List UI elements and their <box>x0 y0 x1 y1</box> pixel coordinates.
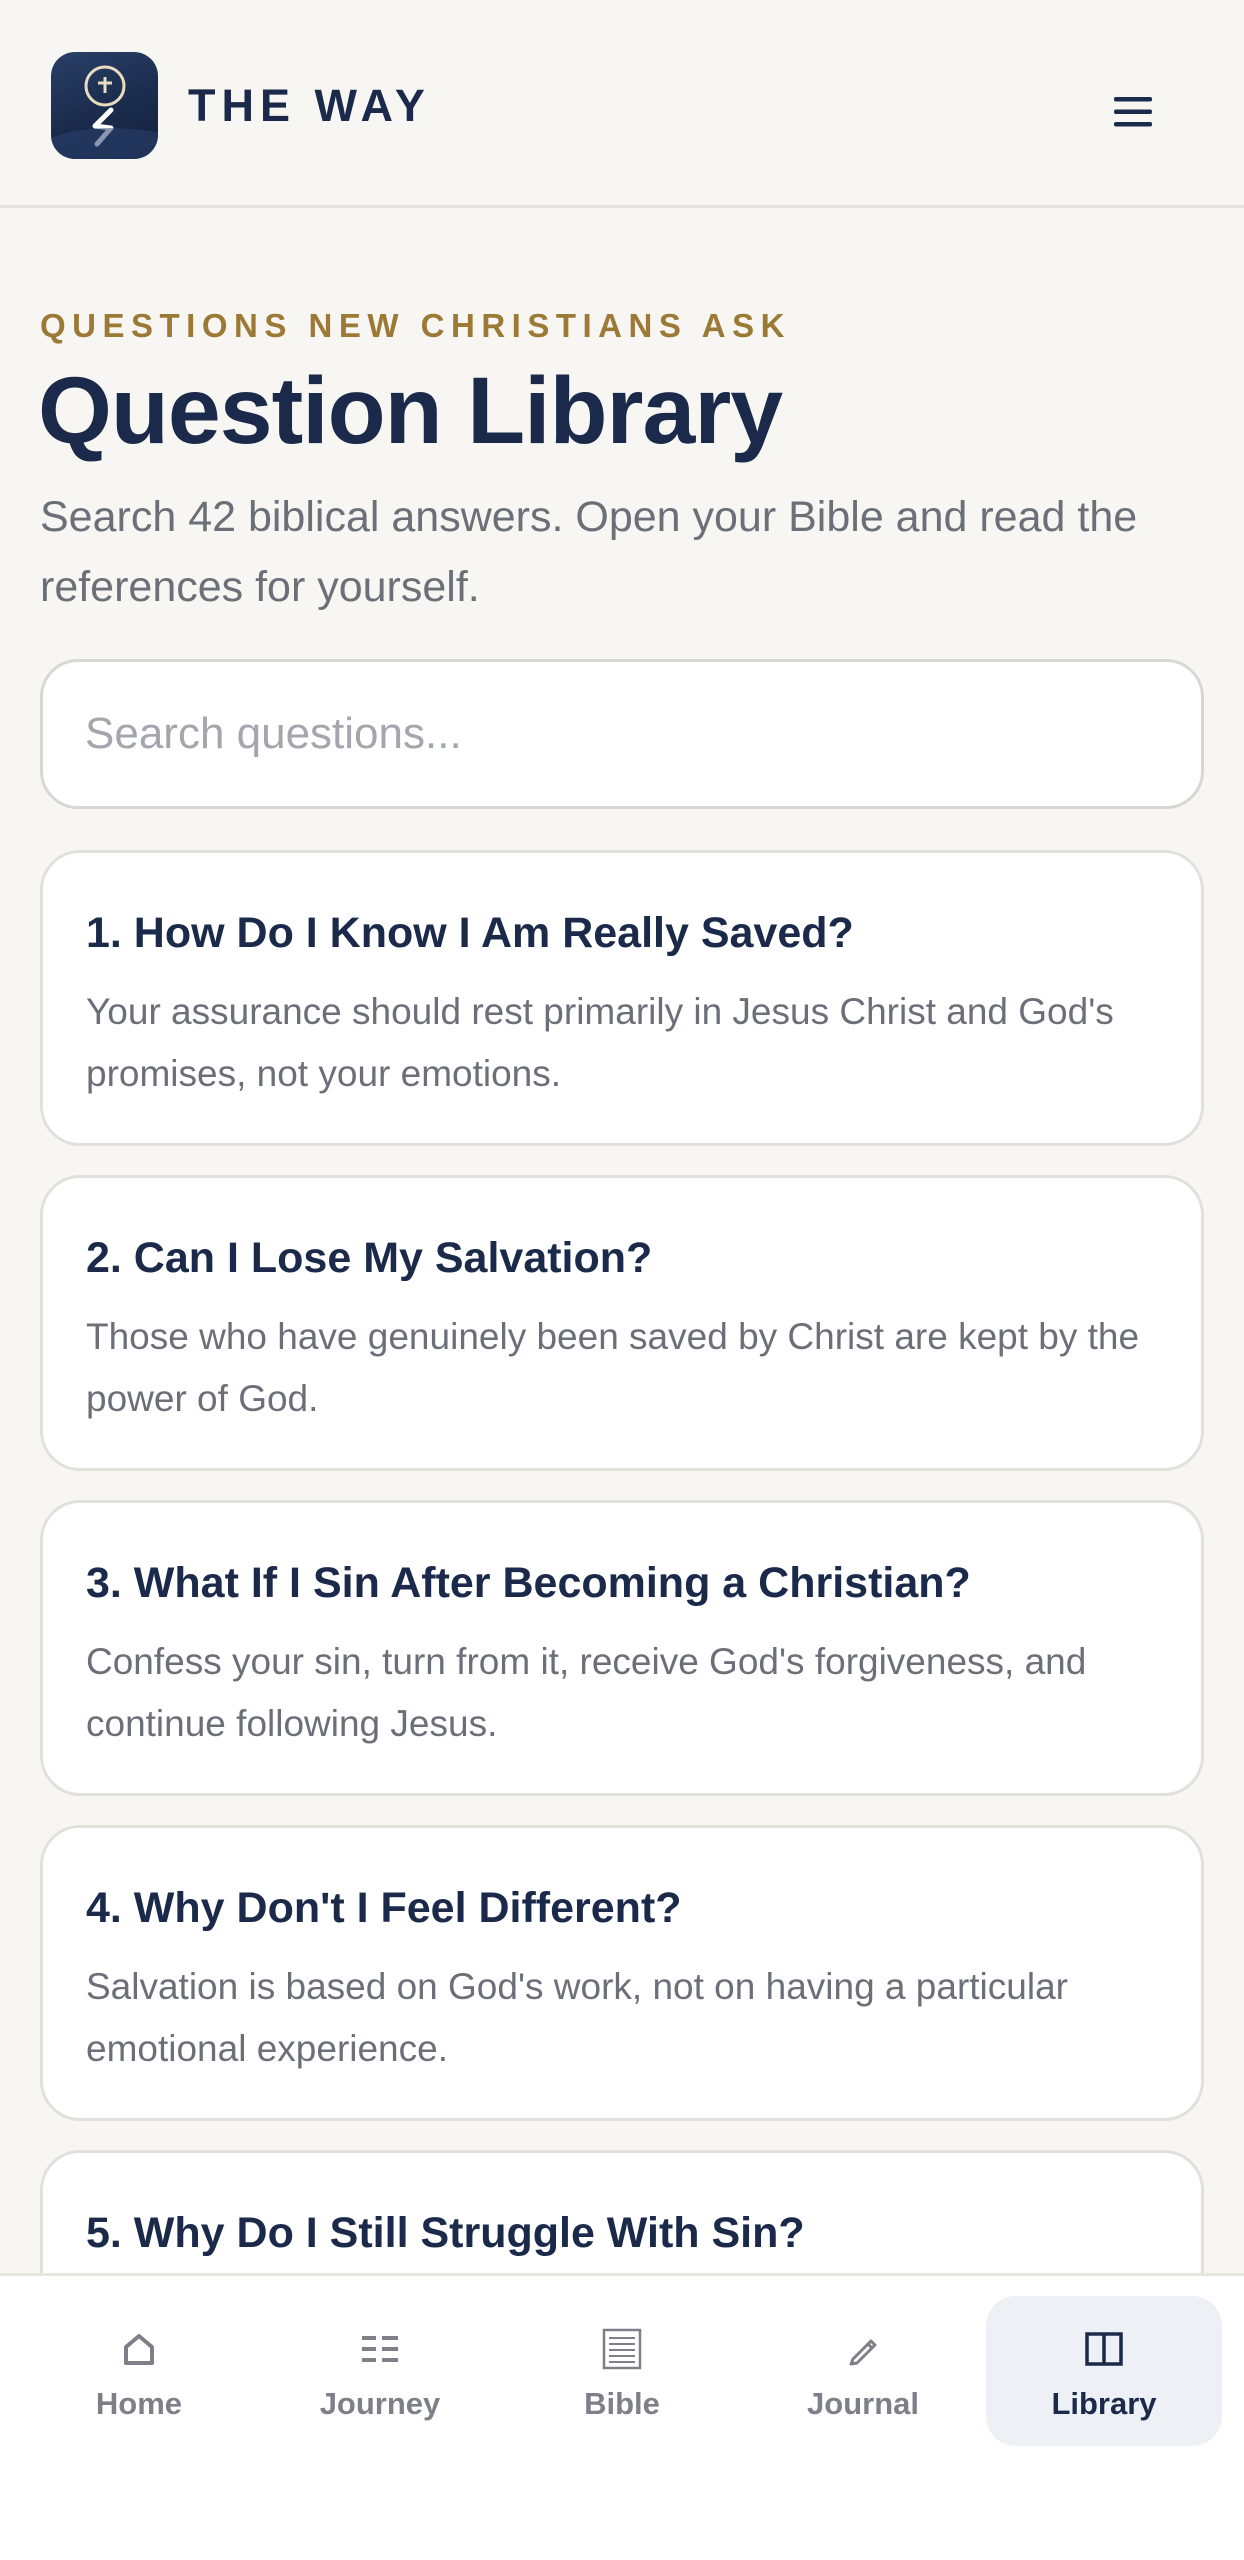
page-title: Question Library <box>38 358 783 464</box>
bottom-nav: Home Journey Bible Journal Library <box>0 2273 1244 2560</box>
page-subtitle: Search 42 biblical answers. Open your Bi… <box>40 493 1138 611</box>
question-summary: Your assurance should rest primarily in … <box>86 991 1114 1094</box>
menu-button[interactable] <box>1100 82 1166 142</box>
question-summary: Confess your sin, turn from it, receive … <box>86 1641 1087 1744</box>
search-box[interactable] <box>40 659 1204 809</box>
pencil-icon <box>745 2324 981 2374</box>
question-card[interactable]: 1. How Do I Know I Am Really Saved? Your… <box>40 850 1204 1146</box>
nav-item-journal[interactable]: Journal <box>745 2296 981 2446</box>
search-input[interactable] <box>85 662 1145 806</box>
question-summary: Salvation is based on God's work, not on… <box>86 1966 1068 2069</box>
nav-label: Home <box>95 2386 183 2421</box>
question-card[interactable]: 3. What If I Sin After Becoming a Christ… <box>40 1500 1204 1796</box>
brand-name[interactable]: THE WAY <box>188 78 431 134</box>
library-book-icon <box>986 2324 1222 2374</box>
journey-list-icon <box>262 2324 498 2374</box>
question-card[interactable]: 4. Why Don't I Feel Different? Salvation… <box>40 1825 1204 2121</box>
app-logo-icon[interactable] <box>51 52 158 159</box>
question-card[interactable]: 2. Can I Lose My Salvation? Those who ha… <box>40 1175 1204 1471</box>
nav-label: Journal <box>807 2386 919 2421</box>
nav-label: Library <box>1051 2386 1157 2421</box>
app-header: THE WAY <box>0 0 1244 208</box>
nav-item-journey[interactable]: Journey <box>262 2296 498 2446</box>
question-title: 2. Can I Lose My Salvation? <box>86 1234 653 1282</box>
hamburger-menu-icon <box>1114 97 1152 127</box>
home-icon <box>21 2324 257 2374</box>
question-title: 3. What If I Sin After Becoming a Christ… <box>86 1559 971 1607</box>
question-summary: Those who have genuinely been saved by C… <box>86 1316 1140 1419</box>
question-title: 4. Why Don't I Feel Different? <box>86 1884 682 1932</box>
section-eyebrow: QUESTIONS NEW CHRISTIANS ASK <box>40 307 791 344</box>
question-title: 5. Why Do I Still Struggle With Sin? <box>86 2209 805 2257</box>
bible-page-icon <box>504 2324 740 2374</box>
nav-item-home[interactable]: Home <box>21 2296 257 2446</box>
question-title: 1. How Do I Know I Am Really Saved? <box>86 909 854 957</box>
nav-label: Bible <box>584 2386 660 2421</box>
nav-item-library[interactable]: Library <box>986 2296 1222 2446</box>
nav-label: Journey <box>319 2386 441 2421</box>
nav-item-bible[interactable]: Bible <box>504 2296 740 2446</box>
